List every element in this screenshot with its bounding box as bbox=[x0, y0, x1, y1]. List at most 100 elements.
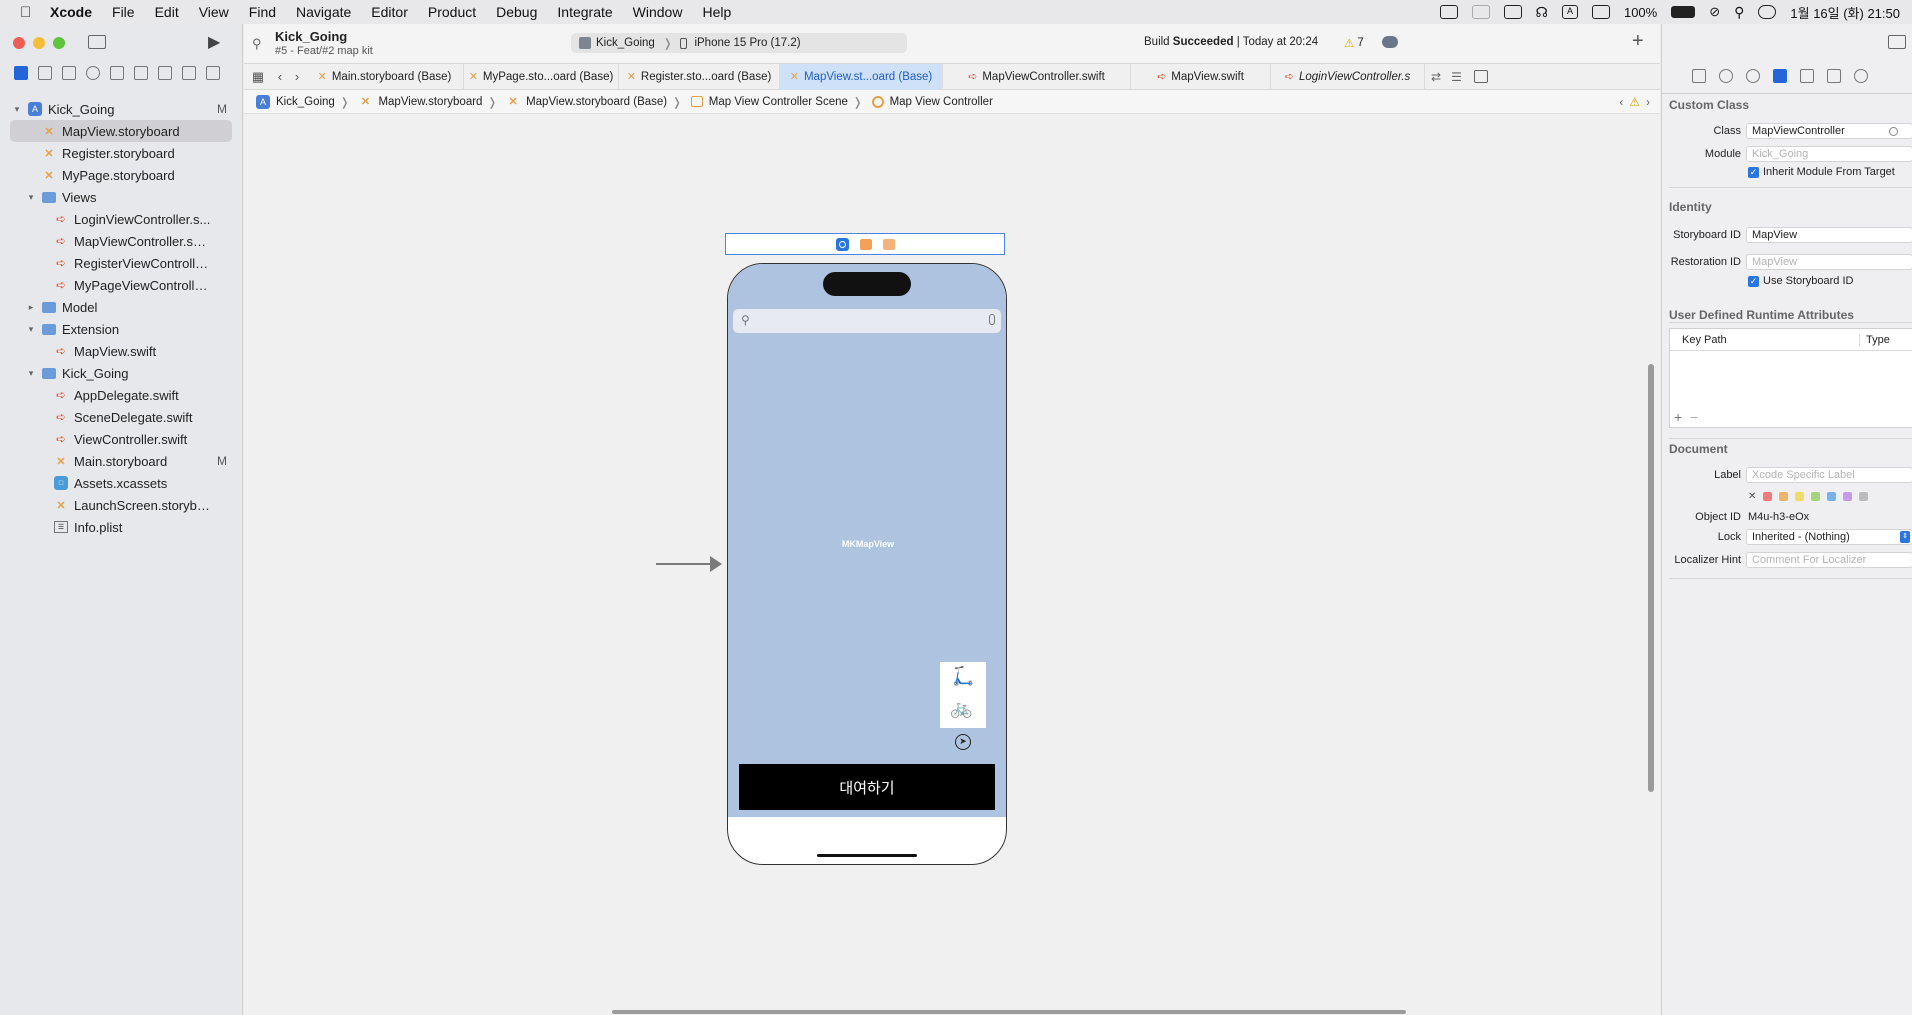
identity-inspector-icon[interactable] bbox=[1773, 69, 1787, 83]
navigator-item[interactable]: ✕ LaunchScreen.storybo... bbox=[10, 494, 232, 516]
menu-product[interactable]: Product bbox=[428, 4, 476, 20]
next-issue-icon[interactable]: › bbox=[1646, 95, 1650, 109]
inherit-module-checkbox[interactable]: ✓ Inherit Module From Target bbox=[1748, 166, 1895, 178]
storyboard-id-field[interactable]: MapView bbox=[1746, 227, 1912, 243]
remove-attribute-button[interactable]: − bbox=[1690, 409, 1698, 425]
navigator-item[interactable]: ➪ SceneDelegate.swift bbox=[10, 406, 232, 428]
spotlight-search-icon[interactable]: ⚲ bbox=[1734, 4, 1744, 21]
navigator-item[interactable]: ✕ Main.storyboard M bbox=[10, 450, 232, 472]
headphones-icon[interactable]: ☊ bbox=[1536, 4, 1548, 21]
bicycle-icon[interactable]: 🚲 bbox=[950, 698, 972, 719]
related-items-icon[interactable]: ▦ bbox=[244, 69, 272, 85]
restoration-id-field[interactable]: MapView bbox=[1746, 254, 1912, 270]
class-field[interactable]: MapViewController bbox=[1746, 123, 1912, 139]
localizer-hint-field[interactable]: Comment For Localizer bbox=[1746, 552, 1912, 568]
breadcrumb-view-controller[interactable]: Map View Controller bbox=[868, 95, 993, 108]
clear-color-icon[interactable]: ✕ bbox=[1748, 491, 1756, 502]
input-source-icon[interactable]: A bbox=[1561, 5, 1578, 19]
display-icon[interactable] bbox=[1591, 5, 1610, 19]
editor-tab[interactable]: ➪ MapViewController.swift bbox=[943, 63, 1131, 90]
vertical-scrollbar[interactable] bbox=[1648, 364, 1654, 792]
navigator-item[interactable]: ▸ Model bbox=[10, 296, 232, 318]
back-button[interactable]: ‹ bbox=[272, 69, 288, 84]
source-control-branch-icon[interactable]: ⚲ bbox=[252, 36, 262, 52]
label-color-swatch[interactable] bbox=[1763, 492, 1773, 501]
editor-tab[interactable]: ✕ Register.sto...oard (Base) bbox=[619, 63, 780, 90]
minimize-window-button[interactable] bbox=[33, 37, 45, 49]
add-editor-icon[interactable] bbox=[1473, 70, 1488, 83]
runtime-attributes-table[interactable]: Key Path Type + − bbox=[1669, 328, 1912, 428]
connections-inspector-icon[interactable] bbox=[1854, 69, 1868, 83]
exit-icon[interactable] bbox=[882, 238, 895, 250]
warnings-indicator[interactable]: ⚠ 7 bbox=[1344, 36, 1364, 50]
editor-options-icon[interactable]: ☰ bbox=[1451, 70, 1462, 84]
editor-tab[interactable]: ✕ Main.storyboard (Base) bbox=[306, 63, 464, 90]
breakpoint-navigator-icon[interactable] bbox=[182, 66, 196, 80]
label-color-swatch[interactable] bbox=[1843, 492, 1853, 501]
breadcrumb-scene[interactable]: Map View Controller Scene ❭ bbox=[687, 95, 868, 109]
editor-tab[interactable]: ➪ LoginViewController.s bbox=[1271, 63, 1425, 90]
debug-navigator-icon[interactable] bbox=[158, 66, 172, 80]
close-window-button[interactable] bbox=[13, 37, 25, 49]
navigator-item[interactable]: ▾ A Kick_Going M bbox=[10, 98, 232, 120]
menu-file[interactable]: File bbox=[112, 4, 135, 20]
editor-tab[interactable]: ➪ MapView.swift bbox=[1131, 63, 1271, 90]
bookmark-icon[interactable] bbox=[62, 66, 76, 80]
editor-tab[interactable]: ✕ MapView.st...oard (Base) bbox=[780, 63, 943, 90]
warning-icon[interactable]: ⚠ bbox=[1629, 95, 1640, 109]
project-navigator-icon[interactable] bbox=[14, 66, 28, 80]
label-color-swatch[interactable] bbox=[1779, 492, 1789, 501]
disclosure-triangle-icon[interactable]: ▾ bbox=[24, 368, 38, 379]
apple-menu-icon[interactable]:  bbox=[20, 4, 50, 21]
disclosure-triangle-icon[interactable]: ▾ bbox=[24, 192, 38, 203]
toggle-inspector-icon[interactable] bbox=[1888, 35, 1906, 49]
toggle-navigator-icon[interactable] bbox=[88, 35, 106, 49]
use-storyboard-id-checkbox[interactable]: ✓ Use Storyboard ID bbox=[1748, 275, 1853, 287]
microphone-icon[interactable] bbox=[989, 314, 995, 325]
navigator-item[interactable]: ➪ AppDelegate.swift bbox=[10, 384, 232, 406]
breadcrumb-storyboard-base[interactable]: ✕ MapView.storyboard (Base) ❭ bbox=[502, 95, 687, 109]
label-color-swatch[interactable] bbox=[1795, 492, 1805, 501]
view-controller-dock-icon[interactable] bbox=[835, 237, 849, 251]
menu-find[interactable]: Find bbox=[249, 4, 276, 20]
editor-tab[interactable]: ✕ MyPage.sto...oard (Base) bbox=[464, 63, 619, 90]
breadcrumb-project[interactable]: A Kick_Going ❭ bbox=[252, 94, 354, 109]
attributes-inspector-icon[interactable] bbox=[1800, 69, 1814, 83]
issue-navigator-icon[interactable] bbox=[110, 66, 124, 80]
col-type[interactable]: Type bbox=[1860, 334, 1890, 346]
navigator-item[interactable]: □ Assets.xcassets bbox=[10, 472, 232, 494]
menu-window[interactable]: Window bbox=[633, 4, 683, 20]
size-inspector-icon[interactable] bbox=[1827, 69, 1841, 83]
menu-edit[interactable]: Edit bbox=[155, 4, 179, 20]
quick-help-icon[interactable] bbox=[1746, 69, 1760, 83]
navigator-item[interactable]: ▾ Views bbox=[10, 186, 232, 208]
navigator-item[interactable]: ➪ MapViewController.swift bbox=[10, 230, 232, 252]
menu-view[interactable]: View bbox=[199, 4, 229, 20]
swap-editors-icon[interactable]: ⇄ bbox=[1431, 70, 1441, 84]
menu-debug[interactable]: Debug bbox=[496, 4, 537, 20]
navigator-item[interactable]: ➪ ViewController.swift bbox=[10, 428, 232, 450]
run-button[interactable]: ▶ bbox=[208, 32, 220, 52]
navigator-item[interactable]: ▾ Kick_Going bbox=[10, 362, 232, 384]
cloud-icon[interactable] bbox=[1382, 36, 1398, 48]
battery-icon[interactable] bbox=[1671, 6, 1696, 18]
menu-app-name[interactable]: Xcode bbox=[50, 4, 92, 20]
navigator-item[interactable]: ✕ MapView.storyboard bbox=[10, 120, 232, 142]
xcode-label-field[interactable]: Xcode Specific Label bbox=[1746, 467, 1912, 483]
control-center-icon[interactable] bbox=[1758, 5, 1777, 19]
disclosure-triangle-icon[interactable]: ▾ bbox=[24, 324, 38, 335]
run-destination[interactable]: iPhone 15 Pro (17.2) bbox=[694, 37, 800, 49]
report-navigator-icon[interactable] bbox=[206, 66, 220, 80]
label-color-swatch[interactable] bbox=[1811, 492, 1821, 501]
label-color-swatch[interactable] bbox=[1827, 492, 1837, 501]
previous-issue-icon[interactable]: ‹ bbox=[1619, 95, 1623, 109]
first-responder-icon[interactable] bbox=[859, 238, 872, 250]
navigator-item[interactable]: ➪ MyPageViewController... bbox=[10, 274, 232, 296]
label-color-swatch[interactable] bbox=[1859, 492, 1869, 501]
scheme-selector[interactable]: Kick_Going ❭ iPhone 15 Pro (17.2) bbox=[571, 33, 907, 53]
iphone-frame[interactable]: ⚲ MKMapView 🛴 🚲 ➤ 대여하기 bbox=[727, 263, 1007, 865]
scene-dock[interactable] bbox=[725, 233, 1005, 255]
forward-button[interactable]: › bbox=[288, 69, 306, 84]
lock-select[interactable]: Inherited - (Nothing) ⇕ bbox=[1746, 529, 1912, 545]
history-inspector-icon[interactable] bbox=[1719, 69, 1733, 83]
